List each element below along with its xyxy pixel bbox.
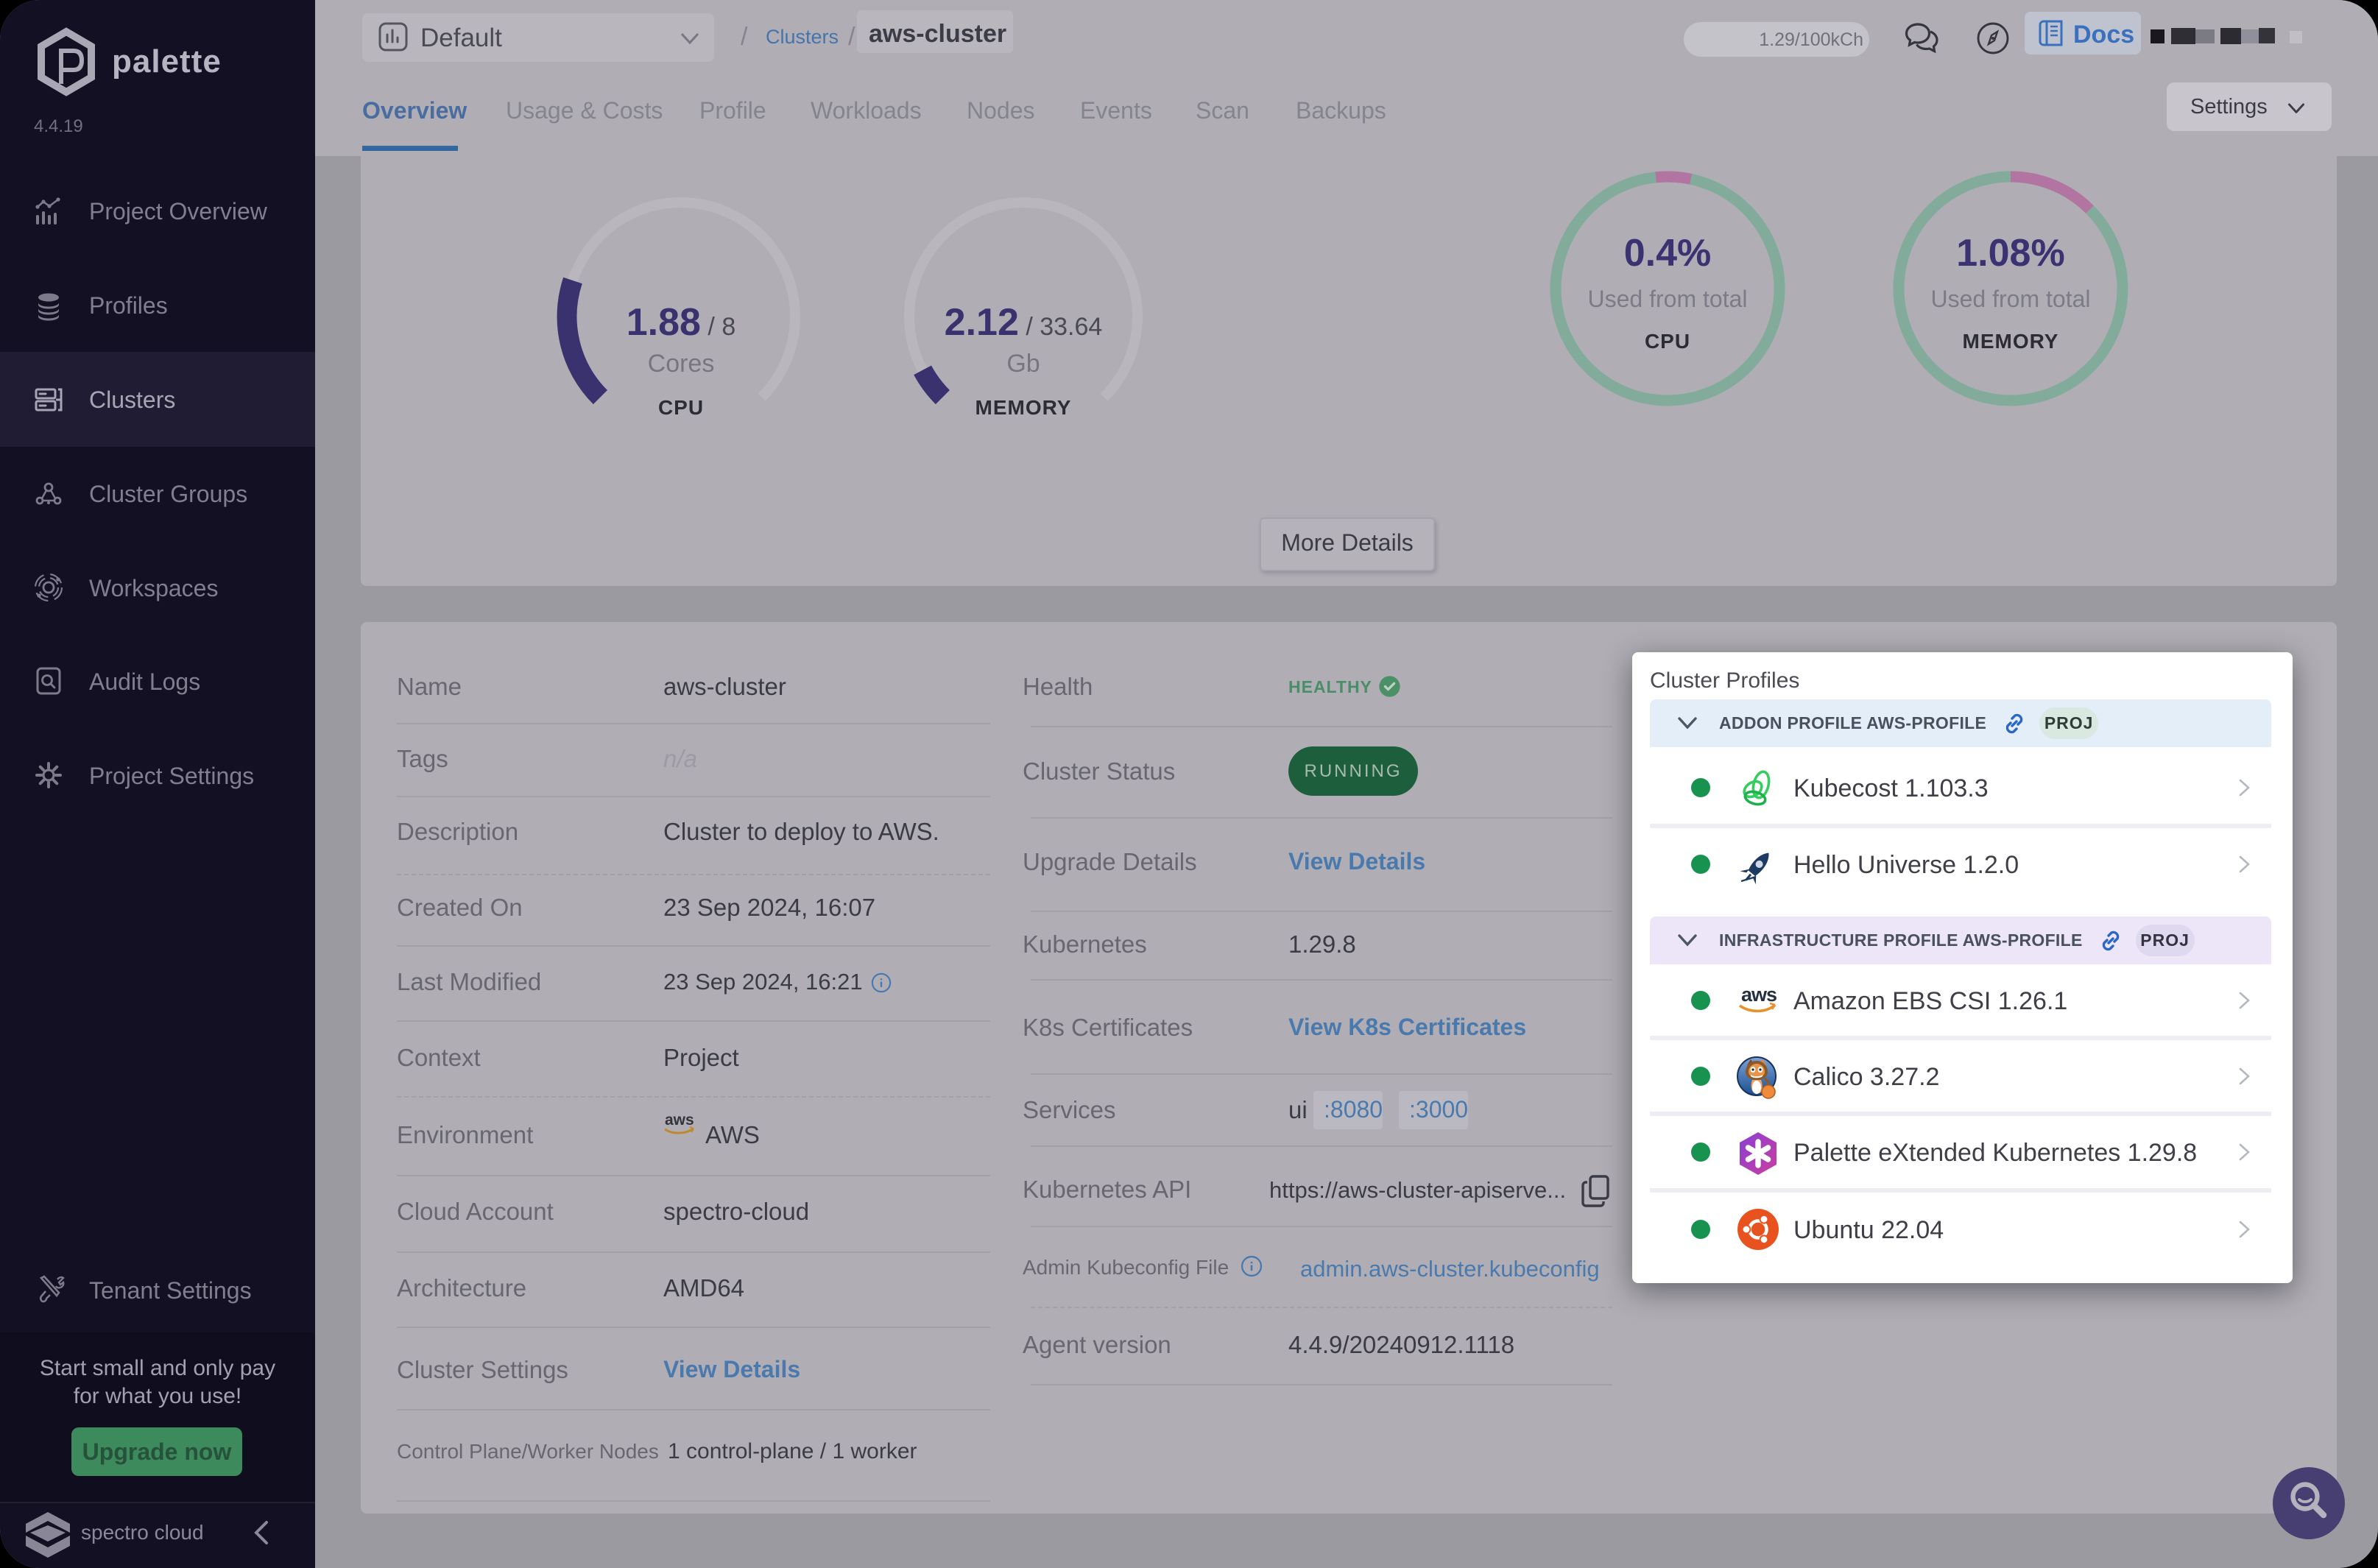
svg-text:aws: aws	[1741, 983, 1777, 1006]
svg-text:aws: aws	[665, 1112, 694, 1129]
